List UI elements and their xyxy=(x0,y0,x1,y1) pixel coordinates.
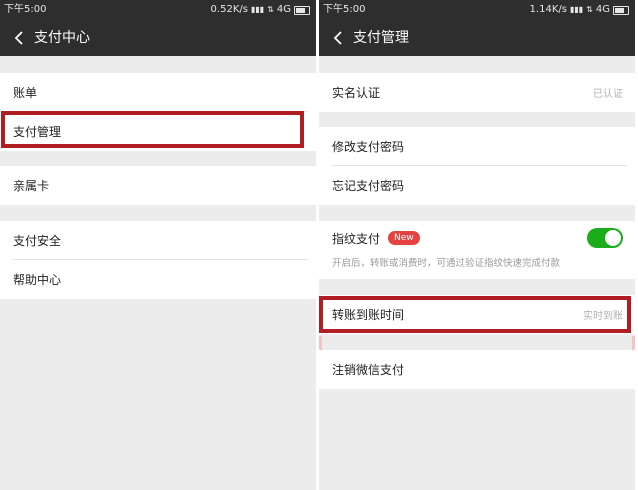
menu-item-help-center[interactable]: 帮助中心 xyxy=(0,260,316,299)
battery-icon xyxy=(613,5,629,15)
menu-item-label: 实名认证 xyxy=(332,86,381,100)
new-badge: New xyxy=(388,231,420,245)
menu-item-label: 账单 xyxy=(13,86,38,100)
menu-item-forgot-password[interactable]: 忘记支付密码 xyxy=(319,166,635,205)
signal-icon: ⇅ xyxy=(586,5,593,14)
title-bar: 支付中心 xyxy=(0,20,316,56)
page-title: 支付管理 xyxy=(353,30,409,46)
menu-item-label: 注销微信支付 xyxy=(332,363,405,377)
menu-item-family-card[interactable]: 亲属卡 xyxy=(0,166,316,205)
menu-item-label: 指纹支付 xyxy=(332,231,381,246)
highlight-box xyxy=(1,111,304,148)
menu-item-fingerprint-payment: 指纹支付 New xyxy=(319,221,635,255)
menu-group-password: 修改支付密码 忘记支付密码 xyxy=(319,127,635,205)
menu-item-change-password[interactable]: 修改支付密码 xyxy=(319,127,635,166)
status-time: 下午5:00 xyxy=(4,4,47,15)
menu-item-label: 帮助中心 xyxy=(13,273,62,287)
menu-item-payment-security[interactable]: 支付安全 xyxy=(0,221,316,260)
menu-item-label: 支付安全 xyxy=(13,234,62,248)
verification-status: 已认证 xyxy=(593,89,623,100)
menu-item-label: 修改支付密码 xyxy=(332,140,405,154)
highlight-box xyxy=(319,296,631,333)
fingerprint-toggle[interactable] xyxy=(587,228,623,248)
toggle-knob xyxy=(605,230,621,246)
fingerprint-description: 开启后，转账或消费时，可通过验证指纹快速完成付款 xyxy=(332,258,561,269)
back-arrow-icon[interactable] xyxy=(331,30,347,46)
signal-icon: ▮▮▮ xyxy=(250,5,265,14)
status-bar: 下午5:00 1.14K/s ▮▮▮ ⇅ 4G xyxy=(319,0,635,20)
menu-item-real-name-verification[interactable]: 实名认证 已认证 xyxy=(319,73,635,112)
left-screen: 下午5:00 0.52K/s ▮▮▮ ⇅ 4G 支付中心 账单 支付管理 亲属卡… xyxy=(0,0,316,490)
menu-item-bills[interactable]: 账单 xyxy=(0,73,316,112)
signal-icon: ⇅ xyxy=(267,5,274,14)
title-bar: 支付管理 xyxy=(319,20,635,56)
status-time: 下午5:00 xyxy=(323,4,366,15)
battery-icon xyxy=(294,5,310,15)
menu-item-cancel-wechat-pay[interactable]: 注销微信支付 xyxy=(319,350,635,389)
network-speed: 1.14K/s xyxy=(529,4,567,15)
menu-item-label: 忘记支付密码 xyxy=(332,179,405,193)
menu-group-security: 支付安全 帮助中心 xyxy=(0,221,316,299)
network-type: 4G xyxy=(595,4,610,15)
status-indicators: 0.52K/s ▮▮▮ ⇅ 4G xyxy=(211,0,310,20)
menu-group-family-card: 亲属卡 xyxy=(0,166,316,205)
signal-icon: ▮▮▮ xyxy=(569,5,584,14)
network-type: 4G xyxy=(276,4,291,15)
network-speed: 0.52K/s xyxy=(210,4,248,15)
page-title: 支付中心 xyxy=(34,30,90,46)
menu-group-fingerprint: 指纹支付 New 开启后，转账或消费时，可通过验证指纹快速完成付款 xyxy=(319,221,635,279)
status-indicators: 1.14K/s ▮▮▮ ⇅ 4G xyxy=(530,0,629,20)
menu-group-cancel: 注销微信支付 xyxy=(319,350,635,389)
menu-group-verification: 实名认证 已认证 xyxy=(319,73,635,112)
menu-item-label: 亲属卡 xyxy=(13,179,50,193)
status-bar: 下午5:00 0.52K/s ▮▮▮ ⇅ 4G xyxy=(0,0,316,20)
back-arrow-icon[interactable] xyxy=(12,30,28,46)
right-screen: 下午5:00 1.14K/s ▮▮▮ ⇅ 4G 支付管理 实名认证 已认证 修改… xyxy=(319,0,635,490)
